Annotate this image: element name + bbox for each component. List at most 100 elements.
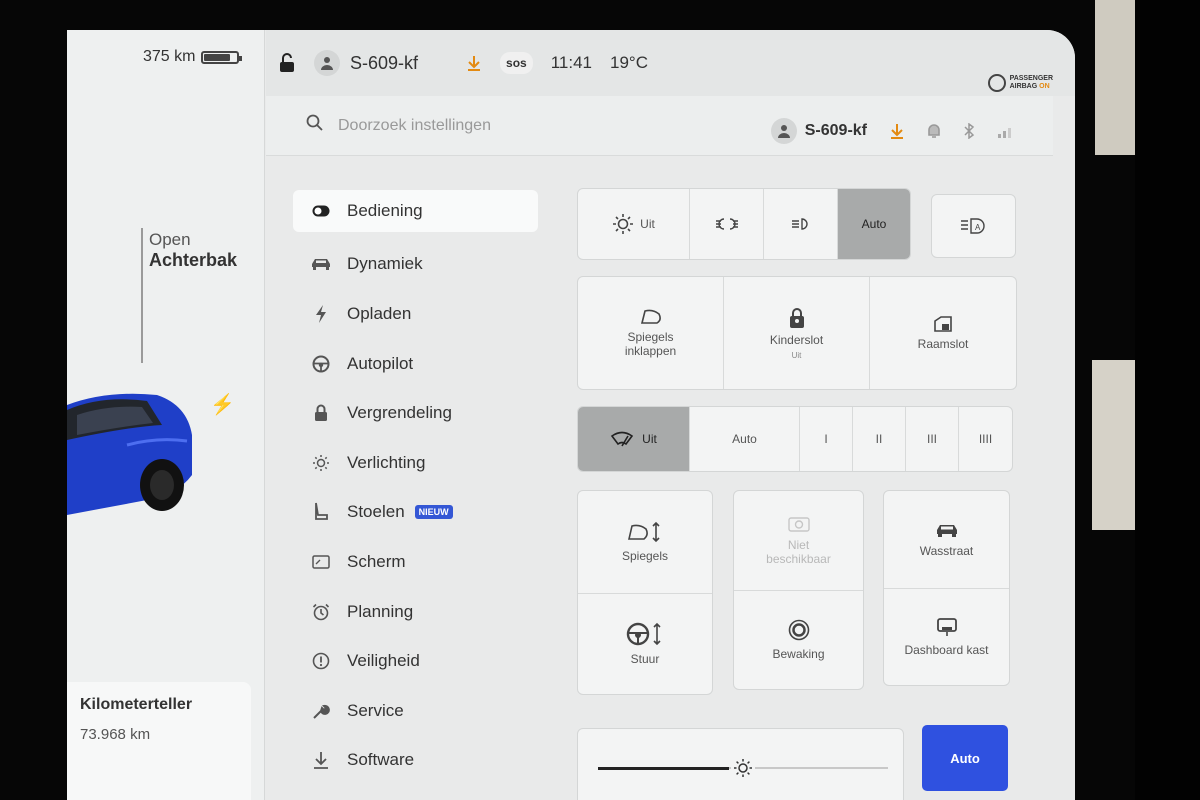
brightness-slider[interactable] [598,756,888,780]
toggle-icon [311,205,331,217]
download-icon[interactable] [889,123,905,139]
display-icon [311,555,331,569]
low-beam-icon [791,217,811,231]
misc-column: Wasstraat Dashboard kast [883,490,1010,686]
person-icon [314,50,340,76]
odometer-unit: km [130,726,151,743]
background-wall-lower [1092,360,1137,530]
menu-item-vergrendeling[interactable]: Vergrendeling [293,388,538,438]
wipers-off-button[interactable]: Uit [578,407,690,471]
settings-search-input[interactable] [338,112,638,140]
wiper-speed-4-label: IIII [978,432,993,446]
menu-item-autopilot[interactable]: Autopilot [293,339,538,389]
steering-wheel-adjust-icon [626,622,664,646]
bluetooth-icon[interactable] [963,123,975,139]
alert-circle-icon [311,652,331,670]
vehicle-pane: 375 km Open Achterbak ⚡ Kilometerteller … [67,30,265,800]
display-brightness-control [577,728,904,800]
menu-item-opladen[interactable]: Opladen [293,289,538,339]
range-value: 375 km [143,48,196,65]
adjust-grid: Spiegels Stuur Niet beschikbaar Bewaking… [577,490,1013,695]
odometer-card: Kilometerteller 73.968 km [67,682,251,800]
lights-row: Uit Auto A [577,188,1016,260]
wiper-speed-1-label: I [824,432,828,446]
settings-menu: Bediening Dynamiek Opladen Autopilot Vergren… [293,190,538,785]
fold-mirrors-label: Spiegels inklappen [624,330,677,358]
window-lock-label: Raamslot [917,337,969,351]
menu-item-dynamiek[interactable]: Dynamiek [293,240,538,290]
steering-wheel-icon [311,355,331,373]
low-beam-button[interactable] [764,189,838,259]
svg-text:A: A [975,223,981,232]
wiper-speed-4-button[interactable]: IIII [959,407,1012,471]
mirrors-adjust-button[interactable]: Spiegels [578,491,712,593]
parking-lights-button[interactable] [690,189,764,259]
menu-item-stoelen[interactable]: Stoelen NIEUW [293,488,538,538]
steering-adjust-button[interactable]: Stuur [578,592,712,695]
menu-item-label: Dynamiek [347,254,423,274]
lock-icon [311,404,331,422]
touchscreen: 375 km Open Achterbak ⚡ Kilometerteller … [67,30,1075,800]
dashboard-edge [1135,0,1200,800]
menu-item-label: Vergrendeling [347,403,452,423]
camera-column: Niet beschikbaar Bewaking [733,490,864,690]
menu-item-scherm[interactable]: Scherm [293,537,538,587]
child-lock-state: Uit [791,350,802,360]
airbag-state: ON [1039,83,1050,90]
bolt-icon [311,304,331,323]
download-icon[interactable] [466,55,482,71]
fold-mirrors-button[interactable]: Spiegels inklappen [578,277,724,389]
sentry-mode-button[interactable]: Bewaking [734,590,863,689]
menu-item-verlichting[interactable]: Verlichting [293,438,538,488]
wipers-off-label: Uit [642,432,657,446]
sos-button[interactable]: sos [500,52,533,74]
menu-item-label: Verlichting [347,452,426,472]
airbag-line1: PASSENGER [1009,75,1053,82]
menu-item-veiligheid[interactable]: Veiligheid [293,636,538,686]
wipers-auto-button[interactable]: Auto [690,407,800,471]
brightness-slider-handle[interactable] [731,756,755,780]
wiper-speed-3-button[interactable]: III [906,407,959,471]
unlock-icon[interactable] [278,53,296,73]
odometer-reading: 73.968 km [80,726,238,743]
child-lock-icon [788,307,806,329]
range-indicator: 375 km [143,48,243,66]
locks-row: Spiegels inklappen Kinderslot Uit Raamsl… [577,276,1017,390]
sun-icon [612,213,634,235]
menu-item-bediening[interactable]: Bediening [293,190,538,232]
camera-icon [787,516,810,532]
wiper-speed-1-button[interactable]: I [800,407,853,471]
brightness-auto-button[interactable]: Auto [922,725,1008,791]
menu-item-label: Opladen [347,303,412,323]
lights-auto-label: Auto [861,217,887,231]
auto-high-beam-button[interactable]: A [931,194,1016,258]
odometer-title: Kilometerteller [80,696,193,713]
unavailable-feature-button: Niet beschikbaar [734,491,863,590]
header-driver-profile[interactable]: S-609-kf [770,118,867,144]
sentry-label: Bewaking [772,647,825,661]
steering-adjust-label: Stuur [630,651,660,666]
driver-profile[interactable]: S-609-kf [314,50,418,76]
menu-item-label: Veiligheid [347,651,420,671]
wiper-speed-2-label: II [875,432,883,446]
brightness-sun-icon [733,758,753,778]
window-lock-button[interactable]: Raamslot [870,277,1016,389]
status-bar: S-609-kf sos 11:41 19°C PASSENGER AIRBAG… [266,30,1075,96]
glovebox-button[interactable]: Dashboard kast [884,588,1009,685]
notification-bell-icon[interactable] [927,123,941,139]
child-lock-button[interactable]: Kinderslot Uit [724,277,870,389]
download-icon [311,751,331,770]
trunk-open-button[interactable]: Open Achterbak [149,230,237,271]
header-status-icons: S-609-kf [770,118,1015,144]
menu-item-planning[interactable]: Planning [293,587,538,637]
lights-auto-button[interactable]: Auto [838,189,910,259]
wiper-speed-2-button[interactable]: II [853,407,906,471]
menu-item-software[interactable]: Software [293,736,538,786]
window-lock-icon [933,315,953,333]
charge-port-icon[interactable]: ⚡ [210,392,235,417]
car-wash-button[interactable]: Wasstraat [884,491,1009,588]
menu-item-service[interactable]: Service [293,686,538,736]
parking-lights-icon [715,217,739,231]
lights-off-button[interactable]: Uit [578,189,690,259]
menu-item-label: Autopilot [347,353,414,373]
